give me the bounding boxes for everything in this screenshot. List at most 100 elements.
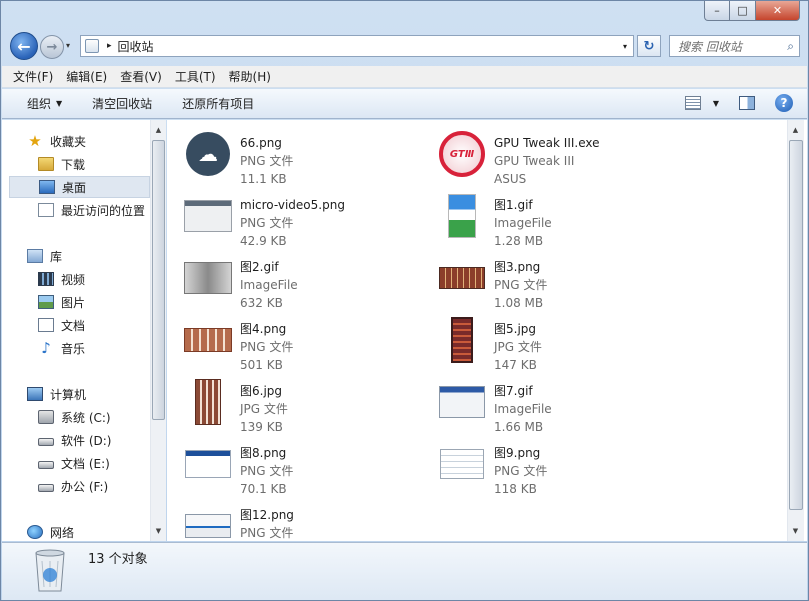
maximize-button[interactable]: □ <box>730 1 756 21</box>
restore-all-items-button[interactable]: 还原所有项目 <box>182 95 254 112</box>
refresh-button[interactable]: ↻ <box>637 35 661 57</box>
content-scrollbar[interactable]: ▲ ▼ <box>787 120 804 541</box>
menu-help[interactable]: 帮助(H) <box>229 68 271 85</box>
computer-icon <box>27 387 43 401</box>
sidebar-item-label: 桌面 <box>62 180 87 195</box>
content-scroll-thumb[interactable] <box>789 140 803 510</box>
star-icon: ★ <box>28 132 42 150</box>
file-thumbnail <box>183 378 233 426</box>
file-size: 118 KB <box>494 482 537 496</box>
close-button[interactable]: ✕ <box>756 1 800 21</box>
file-tile[interactable]: 图3.png PNG 文件 1.08 MB <box>421 250 661 310</box>
help-icon[interactable]: ? <box>775 94 793 112</box>
file-tile[interactable]: 图12.png PNG 文件 <box>167 498 407 541</box>
file-tile[interactable]: 图7.gif ImageFile 1.66 MB <box>421 374 661 434</box>
gpu-tweak-icon: GTⅢ <box>439 131 485 177</box>
address-dropdown-icon[interactable]: ▾ <box>617 36 633 56</box>
file-tile[interactable]: 图9.png PNG 文件 118 KB <box>421 436 661 496</box>
sidebar-item-desktop[interactable]: 桌面 <box>9 176 150 198</box>
file-tile[interactable]: GTⅢ GPU Tweak III.exe GPU Tweak III ASUS <box>421 126 661 186</box>
file-tile[interactable]: 图5.jpg JPG 文件 147 KB <box>421 312 661 372</box>
file-tile[interactable]: 图6.jpg JPG 文件 139 KB <box>167 374 407 434</box>
search-placeholder: 搜索 回收站 <box>678 39 742 54</box>
sidebar-item-label: 库 <box>50 249 63 264</box>
file-name: micro-video5.png <box>240 198 345 212</box>
minimize-button[interactable]: – <box>704 1 730 21</box>
image-thumbnail <box>185 514 231 538</box>
file-thumbnail <box>183 502 233 541</box>
sidebar-scroll-thumb[interactable] <box>152 140 165 420</box>
menu-tools[interactable]: 工具(T) <box>175 68 216 85</box>
sidebar-item-label: 计算机 <box>50 387 87 402</box>
file-tile[interactable]: 图4.png PNG 文件 501 KB <box>167 312 407 372</box>
file-type: PNG 文件 <box>494 278 548 292</box>
file-type: ImageFile <box>240 278 298 292</box>
file-type: PNG 文件 <box>240 526 294 540</box>
organize-button[interactable]: 组织 ▼ <box>27 95 62 112</box>
network-icon <box>27 525 43 539</box>
file-tile[interactable]: micro-video5.png PNG 文件 42.9 KB <box>167 188 407 248</box>
change-view-icon[interactable] <box>684 96 701 110</box>
file-type: PNG 文件 <box>240 464 294 478</box>
file-size: 147 KB <box>494 358 537 372</box>
details-pane: 13 个对象 <box>2 542 807 600</box>
file-name: GPU Tweak III.exe <box>494 136 600 150</box>
file-type: PNG 文件 <box>240 154 294 168</box>
image-thumbnail <box>451 317 473 363</box>
sidebar-scrollbar[interactable]: ▲ ▼ <box>150 120 166 541</box>
file-type: JPG 文件 <box>240 402 288 416</box>
breadcrumb-arrow-icon[interactable]: ▸ <box>107 41 112 51</box>
navigation-bar: ← → ▾ ▸ 回收站 ▾ ↻ 搜索 回收站 ⌕ <box>1 29 808 65</box>
image-thumbnail <box>439 267 485 289</box>
menu-view[interactable]: 查看(V) <box>120 68 162 85</box>
search-icon[interactable]: ⌕ <box>787 39 794 54</box>
address-bar[interactable]: ▸ 回收站 ▾ <box>80 35 634 57</box>
file-type: ImageFile <box>494 216 552 230</box>
scroll-up-arrow-icon[interactable]: ▲ <box>151 122 166 138</box>
file-thumbnail <box>437 316 487 364</box>
file-type: PNG 文件 <box>240 340 294 354</box>
file-tile[interactable]: 图8.png PNG 文件 70.1 KB <box>167 436 407 496</box>
file-size: 42.9 KB <box>240 234 287 248</box>
file-company: ASUS <box>494 172 527 186</box>
file-thumbnail <box>437 378 487 426</box>
sidebar-item-label: 视频 <box>61 272 86 287</box>
file-type: PNG 文件 <box>494 464 548 478</box>
sidebar-item-label: 图片 <box>61 295 86 310</box>
file-description: GPU Tweak III <box>494 154 575 168</box>
file-tile[interactable]: 图1.gif ImageFile 1.28 MB <box>421 188 661 248</box>
preview-pane-icon[interactable] <box>739 96 755 110</box>
menu-file[interactable]: 文件(F) <box>13 68 53 85</box>
cloud-icon: ☁ <box>186 132 230 176</box>
file-tile[interactable]: ☁ 66.png PNG 文件 11.1 KB <box>167 126 407 186</box>
sidebar-item-label: 网络 <box>50 525 75 540</box>
file-tile[interactable]: 图2.gif ImageFile 632 KB <box>167 250 407 310</box>
picture-library-icon <box>38 295 54 309</box>
organize-label: 组织 <box>27 97 52 111</box>
file-name: 66.png <box>240 136 282 150</box>
recent-pages-dropdown[interactable]: ▾ <box>66 41 70 50</box>
file-thumbnail: ☁ <box>183 130 233 178</box>
scroll-down-arrow-icon[interactable]: ▼ <box>151 523 166 539</box>
file-thumbnail <box>437 254 487 302</box>
sidebar-item-label: 办公 (F:) <box>61 479 109 494</box>
libraries-icon <box>27 249 43 263</box>
back-button[interactable]: ← <box>10 32 38 60</box>
scroll-up-arrow-icon[interactable]: ▲ <box>788 122 803 138</box>
drive-icon <box>38 461 54 469</box>
file-thumbnail <box>183 192 233 240</box>
screenshot-thumbnail <box>184 200 232 232</box>
recent-places-icon <box>38 203 54 217</box>
search-input[interactable]: 搜索 回收站 ⌕ <box>669 35 800 57</box>
scroll-down-arrow-icon[interactable]: ▼ <box>788 523 803 539</box>
file-size: 70.1 KB <box>240 482 287 496</box>
view-options-dropdown-icon[interactable]: ▼ <box>713 99 719 108</box>
forward-button[interactable]: → <box>40 35 64 59</box>
document-thumbnail <box>448 194 476 238</box>
menu-edit[interactable]: 编辑(E) <box>66 68 107 85</box>
empty-recycle-bin-button[interactable]: 清空回收站 <box>92 95 152 112</box>
document-library-icon <box>38 318 54 332</box>
file-type: ImageFile <box>494 402 552 416</box>
file-thumbnail <box>437 192 487 240</box>
breadcrumb-recycle-bin[interactable]: 回收站 <box>118 38 154 55</box>
